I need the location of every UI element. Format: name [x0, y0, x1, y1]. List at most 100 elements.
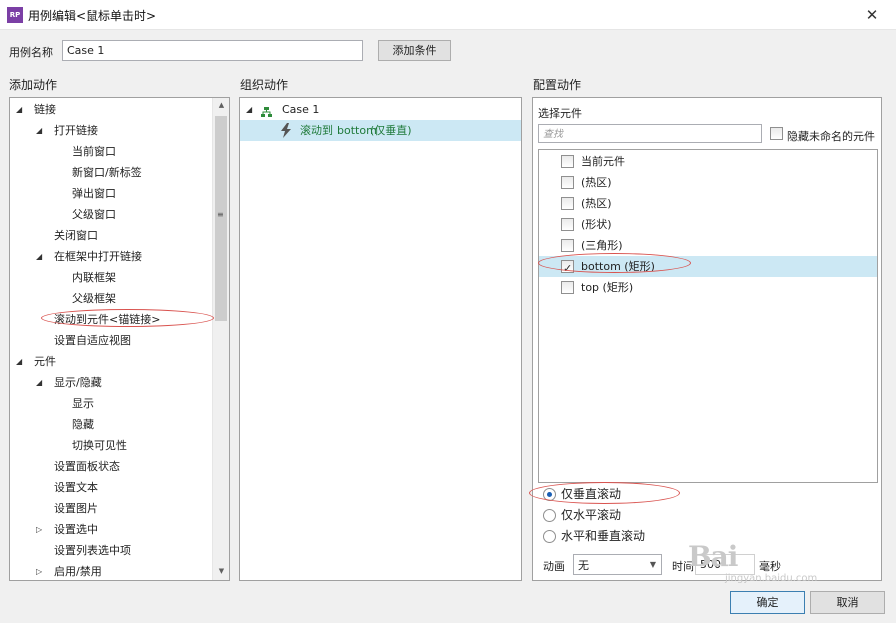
expanded-arrow-icon[interactable]: ◢ — [36, 246, 42, 267]
tree-item[interactable]: 设置自适应视图 — [10, 330, 210, 351]
scroll-grip-icon: ≡ — [217, 210, 224, 219]
case-label: Case 1 — [282, 103, 320, 116]
tree-item[interactable]: 设置列表选中项 — [10, 540, 210, 561]
widget-row[interactable]: (形状) — [539, 214, 877, 235]
chevron-down-icon: ▼ — [649, 560, 656, 569]
widget-label: (热区) — [581, 176, 612, 189]
configure-actions-panel: 选择元件 查找 隐藏未命名的元件 当前元件 (热区) (热区) (形状) (三角形) bo… — [532, 97, 882, 581]
animation-label: 动画 — [543, 560, 565, 573]
tree-scrollbar[interactable]: ▲ ≡ ▼ — [212, 98, 229, 580]
animation-select[interactable]: 无 ▼ — [573, 554, 662, 575]
widget-row[interactable]: (三角形) — [539, 235, 877, 256]
ms-label: 毫秒 — [759, 560, 781, 573]
widget-checkbox[interactable] — [561, 197, 574, 210]
tree-item-label: 设置列表选中项 — [54, 544, 131, 557]
expanded-arrow-icon[interactable]: ◢ — [36, 372, 42, 393]
tree-item[interactable]: ◢ 打开链接 — [10, 120, 210, 141]
scroll-option[interactable]: 仅水平滚动 — [541, 505, 741, 526]
tree-item[interactable]: ◢ 元件 — [10, 351, 210, 372]
tree-item-label: 弹出窗口 — [72, 187, 116, 200]
expanded-arrow-icon[interactable]: ◢ — [36, 120, 42, 141]
scroll-option-radio[interactable] — [543, 488, 556, 501]
lightning-icon — [280, 123, 292, 145]
scroll-up-icon[interactable]: ▲ — [213, 101, 229, 109]
widget-row[interactable]: (热区) — [539, 172, 877, 193]
widget-checkbox[interactable] — [561, 155, 574, 168]
scroll-down-icon[interactable]: ▼ — [213, 567, 229, 575]
tree-item[interactable]: 设置图片 — [10, 498, 210, 519]
widget-search-input[interactable]: 查找 — [538, 124, 762, 143]
tree-item-label: 启用/禁用 — [54, 565, 102, 578]
tree-item-label: 在框架中打开链接 — [54, 250, 142, 263]
widget-label: top (矩形) — [581, 281, 634, 294]
tree-item[interactable]: 父级窗口 — [10, 204, 210, 225]
select-widget-label: 选择元件 — [538, 107, 582, 120]
widget-label: bottom (矩形) — [581, 260, 655, 273]
tree-item-label: 设置自适应视图 — [54, 334, 131, 347]
tree-item[interactable]: ◢ 显示/隐藏 — [10, 372, 210, 393]
tree-item-label: 切换可见性 — [72, 439, 127, 452]
tree-item[interactable]: 弹出窗口 — [10, 183, 210, 204]
tree-item[interactable]: 滚动到元件<锚链接> — [10, 309, 210, 330]
tree-item[interactable]: 切换可见性 — [10, 435, 210, 456]
tree-item[interactable]: 显示 — [10, 393, 210, 414]
organize-actions-panel: ◢ Case 1 滚动到 bottom (仅垂直) — [239, 97, 522, 581]
tree-item-label: 内联框架 — [72, 271, 116, 284]
window-title: 用例编辑<鼠标单击时> — [28, 9, 157, 23]
add-condition-button[interactable]: 添加条件 — [378, 40, 451, 61]
tree-item[interactable]: 父级框架 — [10, 288, 210, 309]
scroll-option-label: 仅水平滚动 — [561, 508, 622, 522]
animation-value: 无 — [578, 559, 589, 572]
collapsed-arrow-icon[interactable]: ▷ — [36, 519, 42, 540]
widget-row[interactable]: 当前元件 — [539, 151, 877, 172]
tree-item[interactable]: 当前窗口 — [10, 141, 210, 162]
tree-item[interactable]: 关闭窗口 — [10, 225, 210, 246]
tree-item[interactable]: ◢ 链接 — [10, 99, 210, 120]
scroll-option[interactable]: 仅垂直滚动 — [541, 484, 741, 505]
tree-item[interactable]: ▷ 设置选中 — [10, 519, 210, 540]
scroll-option-label: 仅垂直滚动 — [561, 487, 622, 501]
scroll-option-radio[interactable] — [543, 509, 556, 522]
tree-item-label: 显示 — [72, 397, 94, 410]
tree-item-label: 设置图片 — [54, 502, 98, 515]
tree-item-label: 滚动到元件<锚链接> — [54, 313, 161, 326]
hide-unnamed-checkbox[interactable] — [770, 127, 783, 140]
action-row-scroll-to[interactable]: 滚动到 bottom (仅垂直) — [240, 120, 521, 141]
tree-item[interactable]: 内联框架 — [10, 267, 210, 288]
case-row[interactable]: ◢ Case 1 — [240, 99, 521, 120]
cancel-button[interactable]: 取消 — [810, 591, 885, 614]
expanded-arrow-icon[interactable]: ◢ — [16, 351, 22, 372]
scroll-option-radio[interactable] — [543, 530, 556, 543]
tree-item-label: 设置选中 — [54, 523, 98, 536]
tree-item-label: 设置面板状态 — [54, 460, 120, 473]
case-name-input[interactable]: Case 1 — [62, 40, 363, 61]
widget-checkbox[interactable] — [561, 176, 574, 189]
action-suffix: (仅垂直) — [370, 124, 412, 137]
tree-item[interactable]: 设置文本 — [10, 477, 210, 498]
tree-item[interactable]: ▷ 启用/禁用 — [10, 561, 210, 580]
tree-item[interactable]: 隐藏 — [10, 414, 210, 435]
collapsed-arrow-icon[interactable]: ▷ — [36, 561, 42, 580]
widget-row[interactable]: top (矩形) — [539, 277, 877, 298]
widget-checkbox[interactable] — [561, 258, 574, 279]
ok-button[interactable]: 确定 — [730, 591, 805, 614]
tree-item[interactable]: 新窗口/新标签 — [10, 162, 210, 183]
tree-item[interactable]: ◢ 在框架中打开链接 — [10, 246, 210, 267]
widget-row[interactable]: bottom (矩形) — [539, 256, 877, 279]
widget-row[interactable]: (热区) — [539, 193, 877, 214]
scroll-option-label: 水平和垂直滚动 — [561, 529, 646, 543]
case-tree-icon — [261, 104, 272, 117]
case-name-label: 用例名称 — [9, 46, 53, 59]
widget-checkbox[interactable] — [561, 218, 574, 231]
tree-item-label: 当前窗口 — [72, 145, 116, 158]
expanded-arrow-icon[interactable]: ◢ — [16, 99, 22, 120]
tree-item-label: 父级窗口 — [72, 208, 116, 221]
action-prefix: 滚动到 — [300, 124, 333, 137]
close-icon[interactable]: ✕ — [852, 2, 892, 28]
tree-item[interactable]: 设置面板状态 — [10, 456, 210, 477]
hide-unnamed-label: 隐藏未命名的元件 — [787, 130, 875, 143]
widget-checkbox[interactable] — [561, 239, 574, 252]
tree-item-label: 链接 — [34, 103, 56, 116]
widget-checkbox[interactable] — [561, 281, 574, 294]
widget-label: (三角形) — [581, 239, 623, 252]
